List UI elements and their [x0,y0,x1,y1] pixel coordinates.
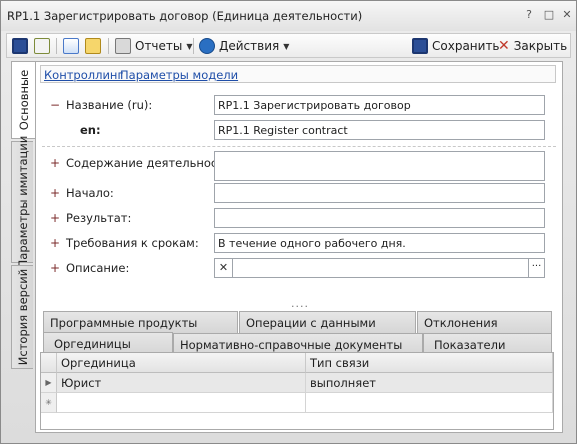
chevron-down-icon: ▼ [186,41,193,51]
chain-link-icon [85,38,101,54]
expand-icon[interactable]: + [50,211,60,225]
actions-menu[interactable]: Действия ▼ [199,36,289,56]
en-label: en: [80,123,101,137]
link-bar: Контроллинг Параметры модели [40,65,556,83]
tab-main[interactable]: Основные [11,61,36,139]
close-label: Закрыть [513,39,568,53]
title-bar: RP1.1 Зарегистрировать договор (Единица … [1,1,576,31]
description-field[interactable]: ✕ ··· [214,258,545,278]
content-field[interactable] [214,151,545,181]
help-button[interactable]: ? [522,8,536,22]
terms-field[interactable]: В течение одного рабочего дня. [214,233,545,253]
result-row: + Результат: [36,208,564,228]
start-label: Начало: [66,186,114,200]
floppy-icon [412,38,428,54]
collapse-icon[interactable]: − [50,98,60,112]
name-ru-field[interactable]: RP1.1 Зарегистрировать договор [214,95,545,115]
org-units-grid: Оргединица Тип связи ▶ Юрист выполняет ✳ [40,352,554,430]
reports-menu[interactable]: Отчеты ▼ [115,36,193,56]
expand-arrows-icon [63,38,79,54]
printer-icon [115,38,131,54]
start-row: + Начало: [36,183,564,203]
ellipsis-button[interactable]: ··· [528,259,544,277]
name-row: − Название (ru): RP1.1 Зарегистрировать … [36,95,564,115]
splitter-grip[interactable]: .... [291,297,309,310]
cell-link-type[interactable]: выполняет [306,373,553,393]
column-header-link-type[interactable]: Тип связи [306,353,553,373]
name-en-field[interactable]: RP1.1 Register contract [214,120,545,140]
tab-deviations[interactable]: Отклонения [417,311,552,333]
new-row-icon[interactable]: ✳ [41,393,57,413]
close-button[interactable]: ✕ Закрыть [498,36,567,56]
maximize-button[interactable]: □ [542,8,556,22]
result-label: Результат: [66,211,132,225]
new-row-cell-link-type[interactable] [306,393,553,413]
save-label: Сохранить [432,39,500,53]
expand-icon[interactable]: + [50,236,60,250]
content-label: Содержание деятельности: [66,156,236,170]
expand-icon[interactable]: + [50,261,60,275]
dialog-window: RP1.1 Зарегистрировать договор (Единица … [0,0,577,444]
tab-version-history[interactable]: История версий [11,265,33,369]
terms-row: + Требования к срокам: В течение одного … [36,233,564,253]
name-label: Название (ru): [66,98,153,112]
close-window-button[interactable]: ✕ [560,8,574,22]
start-field[interactable] [214,183,545,203]
refresh-button[interactable] [34,36,50,56]
actions-icon [199,38,215,54]
window-title: RP1.1 Зарегистрировать договор (Единица … [7,9,363,23]
expand-icon[interactable]: + [50,186,60,200]
content-row: + Содержание деятельности: [36,151,564,181]
description-row: + Описание: ✕ ··· [36,258,564,278]
name-en-row: en: RP1.1 Register contract [36,120,564,140]
column-header-org-unit[interactable]: Оргединица [57,353,306,373]
tab-data-operations[interactable]: Операции с данными [239,311,416,333]
terms-label: Требования к срокам: [66,236,199,250]
close-icon: ✕ [498,38,510,54]
chevron-down-icon: ▼ [283,41,290,51]
cell-org-unit[interactable]: Юрист [57,373,306,393]
expand-all-button[interactable] [63,36,79,56]
clear-icon[interactable]: ✕ [215,259,233,277]
tab-software-products[interactable]: Программные продукты [43,311,238,333]
document-refresh-icon [34,38,50,54]
new-row-cell-org-unit[interactable] [57,393,306,413]
tab-org-units[interactable]: Оргединицы [43,332,173,354]
actions-label: Действия [219,39,280,53]
row-indicator-icon[interactable]: ▶ [41,373,57,393]
description-label: Описание: [66,261,130,275]
link-model-params[interactable]: Параметры модели [120,68,238,82]
reports-label: Отчеты [135,39,183,53]
toolbar: Отчеты ▼ Действия ▼ Сохранить ✕ Закрыть [6,33,571,58]
save-button[interactable]: Сохранить [412,36,500,56]
tab-simulation-params[interactable]: Параметры имитации [11,136,33,268]
main-panel: Контроллинг Параметры модели − Название … [35,61,563,433]
expand-icon[interactable]: + [50,156,60,170]
link-toggle-button[interactable] [85,36,101,56]
side-tab-strip: Основные Параметры имитации История верс… [11,61,36,441]
result-field[interactable] [214,208,545,228]
save-icon-button[interactable] [12,36,28,56]
link-controlling[interactable]: Контроллинг [44,68,124,82]
floppy-icon [12,38,28,54]
